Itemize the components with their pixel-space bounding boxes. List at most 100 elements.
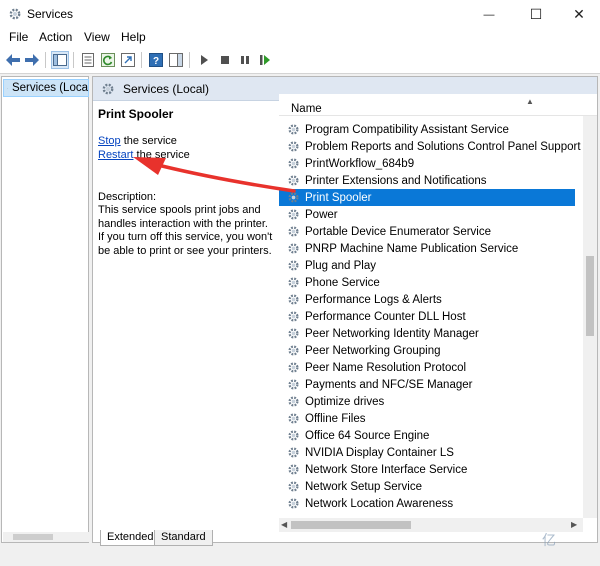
close-icon: ✕ [573, 6, 585, 22]
service-row[interactable]: Peer Name Resolution Protocol [279, 359, 583, 376]
stop-service-icon [221, 56, 229, 64]
service-detail-pane: Print Spooler Stop the service Restart t… [98, 107, 278, 257]
tab-extended[interactable]: Extended [100, 530, 161, 546]
scroll-right-icon[interactable]: ▶ [571, 520, 577, 529]
service-row[interactable]: Phone Service [279, 274, 583, 291]
title-bar: Services — ☐ ✕ [0, 0, 600, 29]
service-row[interactable]: Optimize drives [279, 393, 583, 410]
show-console-tree-button[interactable] [51, 51, 69, 69]
scroll-thumb[interactable] [291, 521, 411, 529]
start-service-button[interactable] [195, 51, 213, 69]
menu-view[interactable]: View [84, 30, 110, 44]
tree-item-services-local[interactable]: Services (Loca [3, 79, 89, 97]
service-row[interactable]: Peer Networking Grouping [279, 342, 583, 359]
service-row[interactable]: Printer Extensions and Notifications [279, 172, 583, 189]
stop-action: Stop the service [98, 135, 177, 147]
help-button[interactable]: ? [147, 51, 165, 69]
export-list-button[interactable] [119, 51, 137, 69]
stop-service-button[interactable] [216, 51, 234, 69]
service-gear-icon [288, 158, 299, 169]
back-icon [6, 54, 20, 66]
service-row[interactable]: Network Setup Service [279, 478, 583, 495]
forward-button[interactable] [23, 51, 41, 69]
stop-link[interactable]: Stop [98, 135, 121, 147]
list-horizontal-scrollbar[interactable]: ◀ ▶ [279, 518, 583, 532]
forward-icon [25, 54, 39, 66]
start-service-icon [201, 55, 208, 65]
svg-text:?: ? [153, 56, 159, 67]
service-gear-icon [288, 209, 299, 220]
help-icon: ? [149, 53, 163, 67]
service-name: Portable Device Enumerator Service [305, 225, 491, 238]
action-pane-button[interactable] [167, 51, 185, 69]
tab-standard[interactable]: Standard [154, 530, 213, 546]
service-row[interactable]: Network Location Awareness [279, 495, 583, 512]
scroll-thumb[interactable] [586, 256, 594, 336]
properties-button[interactable] [79, 51, 97, 69]
service-row[interactable]: Network Store Interface Service [279, 461, 583, 478]
services-gear-icon [7, 87, 8, 89]
service-name: Program Compatibility Assistant Service [305, 123, 509, 136]
maximize-button[interactable]: ☐ [513, 0, 559, 29]
restart-link[interactable]: Restart [98, 149, 133, 161]
service-row[interactable]: PrintWorkflow_684b9 [279, 155, 583, 172]
minimize-icon: — [483, 8, 495, 21]
service-row[interactable]: Portable Device Enumerator Service [279, 223, 583, 240]
service-gear-icon [288, 260, 299, 271]
menu-action[interactable]: Action [39, 30, 72, 44]
service-row[interactable]: PNRP Machine Name Publication Service [279, 240, 583, 257]
service-gear-icon [288, 396, 299, 407]
service-name: Printer Extensions and Notifications [305, 174, 487, 187]
service-row[interactable]: Print Spooler [279, 189, 575, 206]
menu-help[interactable]: Help [121, 30, 146, 44]
work-area: Services (Loca Services (Local) Print Sp… [0, 73, 600, 566]
service-name: Peer Networking Grouping [305, 344, 441, 357]
scroll-left-icon[interactable]: ◀ [281, 520, 287, 529]
restart-service-icon [260, 55, 270, 65]
service-gear-icon [288, 498, 299, 509]
service-gear-icon [288, 192, 299, 203]
service-row[interactable]: Performance Logs & Alerts [279, 291, 583, 308]
service-title: Print Spooler [98, 107, 174, 121]
service-row[interactable]: Program Compatibility Assistant Service [279, 121, 583, 138]
console-tree: Services (Loca [1, 76, 89, 543]
menu-file[interactable]: File [9, 30, 28, 44]
service-name: Phone Service [305, 276, 380, 289]
service-row[interactable]: Performance Counter DLL Host [279, 308, 583, 325]
service-gear-icon [288, 430, 299, 441]
service-gear-icon [288, 481, 299, 492]
service-gear-icon [288, 294, 299, 305]
list-vertical-scrollbar[interactable] [583, 116, 597, 518]
service-name: Performance Counter DLL Host [305, 310, 466, 323]
back-button[interactable] [4, 51, 22, 69]
service-name: Peer Networking Identity Manager [305, 327, 479, 340]
service-row[interactable]: Offline Files [279, 410, 583, 427]
service-gear-icon [288, 124, 299, 135]
service-name: Offline Files [305, 412, 366, 425]
service-row[interactable]: Peer Networking Identity Manager [279, 325, 583, 342]
service-gear-icon [288, 226, 299, 237]
service-name: Problem Reports and Solutions Control Pa… [305, 140, 581, 153]
close-button[interactable]: ✕ [556, 0, 600, 29]
description-heading: Description: [98, 191, 157, 203]
service-gear-icon [288, 311, 299, 322]
service-gear-icon [288, 141, 299, 152]
service-gear-icon [288, 413, 299, 424]
pause-service-button[interactable] [236, 51, 254, 69]
service-row[interactable]: Problem Reports and Solutions Control Pa… [279, 138, 583, 155]
refresh-button[interactable] [99, 51, 117, 69]
service-name: PNRP Machine Name Publication Service [305, 242, 519, 255]
services-list: Name ▲ Program Compatibility Assistant S… [279, 94, 597, 542]
minimize-button[interactable]: — [466, 0, 512, 29]
service-row[interactable]: NVIDIA Display Container LS [279, 444, 583, 461]
service-gear-icon [288, 175, 299, 186]
panel-title: Services (Local) [123, 81, 210, 96]
tree-horizontal-scrollbar[interactable] [3, 532, 89, 542]
column-header-name[interactable]: Name ▲ [279, 94, 597, 116]
service-row[interactable]: Power [279, 206, 583, 223]
watermark: 亿 [542, 532, 556, 548]
restart-service-button[interactable] [256, 51, 274, 69]
service-row[interactable]: Payments and NFC/SE Manager [279, 376, 583, 393]
service-row[interactable]: Plug and Play [279, 257, 583, 274]
service-row[interactable]: Office 64 Source Engine [279, 427, 583, 444]
